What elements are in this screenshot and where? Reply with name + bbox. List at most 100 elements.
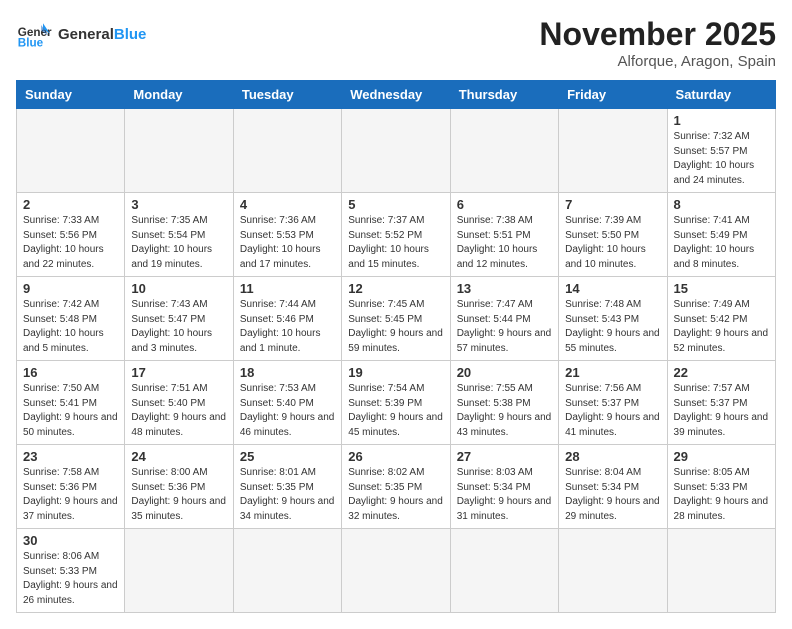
header: General Blue GeneralBlue November 2025 A…: [16, 16, 776, 70]
calendar-cell: 6Sunrise: 7:38 AM Sunset: 5:51 PM Daylig…: [450, 193, 558, 277]
day-info: Sunrise: 7:55 AM Sunset: 5:38 PM Dayligh…: [457, 382, 552, 440]
calendar-week-row: 1 Sunrise: 7:32 AM Sunset: 5:57 PM Daylig…: [17, 109, 776, 193]
day-number: 20: [457, 365, 552, 380]
calendar-cell: 14Sunrise: 7:48 AM Sunset: 5:43 PM Dayli…: [559, 277, 667, 361]
day-number: 26: [348, 449, 443, 464]
day-info: Sunrise: 7:45 AM Sunset: 5:45 PM Dayligh…: [348, 298, 443, 356]
day-info: Sunrise: 7:42 AM Sunset: 5:48 PM Dayligh…: [23, 298, 118, 356]
calendar-cell: [559, 109, 667, 193]
day-info: Sunrise: 8:03 AM Sunset: 5:34 PM Dayligh…: [457, 466, 552, 524]
calendar-cell: 28 Sunrise: 8:04 AM Sunset: 5:34 PM Dayli…: [559, 445, 667, 529]
day-of-week-header: Wednesday: [342, 81, 450, 109]
day-number: 11: [240, 281, 335, 296]
calendar-cell: 8 Sunrise: 7:41 AM Sunset: 5:49 PM Daylig…: [667, 193, 775, 277]
day-number: 7: [565, 197, 660, 212]
calendar-cell: [342, 529, 450, 613]
day-info: Sunrise: 8:00 AM Sunset: 5:36 PM Dayligh…: [131, 466, 226, 524]
day-info: Sunrise: 8:06 AM Sunset: 5:33 PM Dayligh…: [23, 550, 118, 608]
day-number: 28: [565, 449, 660, 464]
day-info: Sunrise: 7:35 AM Sunset: 5:54 PM Dayligh…: [131, 214, 226, 272]
day-info: Sunrise: 8:02 AM Sunset: 5:35 PM Dayligh…: [348, 466, 443, 524]
day-info: Sunrise: 7:33 AM Sunset: 5:56 PM Dayligh…: [23, 214, 118, 272]
day-number: 15: [674, 281, 769, 296]
calendar-cell: [125, 109, 233, 193]
svg-text:Blue: Blue: [18, 37, 44, 50]
day-of-week-header: Sunday: [17, 81, 125, 109]
day-info: Sunrise: 7:37 AM Sunset: 5:52 PM Dayligh…: [348, 214, 443, 272]
day-number: 8: [674, 197, 769, 212]
day-number: 14: [565, 281, 660, 296]
title-area: November 2025 Alforque, Aragon, Spain: [539, 16, 776, 70]
calendar-cell: 13 Sunrise: 7:47 AM Sunset: 5:44 PM Dayli…: [450, 277, 558, 361]
calendar-cell: 27 Sunrise: 8:03 AM Sunset: 5:34 PM Dayli…: [450, 445, 558, 529]
calendar-cell: 23Sunrise: 7:58 AM Sunset: 5:36 PM Dayli…: [17, 445, 125, 529]
day-number: 1: [674, 113, 769, 128]
day-number: 22: [674, 365, 769, 380]
calendar-cell: [450, 529, 558, 613]
calendar-cell: 18 Sunrise: 7:53 AM Sunset: 5:40 PM Dayli…: [233, 361, 341, 445]
day-info: Sunrise: 7:47 AM Sunset: 5:44 PM Dayligh…: [457, 298, 552, 356]
day-info: Sunrise: 7:53 AM Sunset: 5:40 PM Dayligh…: [240, 382, 335, 440]
calendar-cell: 11 Sunrise: 7:44 AM Sunset: 5:46 PM Dayli…: [233, 277, 341, 361]
calendar-cell: [125, 529, 233, 613]
day-info: Sunrise: 7:49 AM Sunset: 5:42 PM Dayligh…: [674, 298, 769, 356]
calendar-cell: 24 Sunrise: 8:00 AM Sunset: 5:36 PM Dayli…: [125, 445, 233, 529]
calendar-cell: 3 Sunrise: 7:35 AM Sunset: 5:54 PM Daylig…: [125, 193, 233, 277]
day-number: 16: [23, 365, 118, 380]
calendar-cell: 19Sunrise: 7:54 AM Sunset: 5:39 PM Dayli…: [342, 361, 450, 445]
day-info: Sunrise: 7:57 AM Sunset: 5:37 PM Dayligh…: [674, 382, 769, 440]
calendar-cell: [233, 529, 341, 613]
day-info: Sunrise: 8:05 AM Sunset: 5:33 PM Dayligh…: [674, 466, 769, 524]
location-title: Alforque, Aragon, Spain: [539, 53, 776, 70]
calendar-cell: 10Sunrise: 7:43 AM Sunset: 5:47 PM Dayli…: [125, 277, 233, 361]
day-number: 21: [565, 365, 660, 380]
day-number: 29: [674, 449, 769, 464]
calendar-cell: 22 Sunrise: 7:57 AM Sunset: 5:37 PM Dayli…: [667, 361, 775, 445]
day-number: 3: [131, 197, 226, 212]
day-info: Sunrise: 7:36 AM Sunset: 5:53 PM Dayligh…: [240, 214, 335, 272]
day-info: Sunrise: 7:39 AM Sunset: 5:50 PM Dayligh…: [565, 214, 660, 272]
calendar-cell: 29 Sunrise: 8:05 AM Sunset: 5:33 PM Dayli…: [667, 445, 775, 529]
calendar-cell: 26 Sunrise: 8:02 AM Sunset: 5:35 PM Dayli…: [342, 445, 450, 529]
calendar-cell: 25 Sunrise: 8:01 AM Sunset: 5:35 PM Dayli…: [233, 445, 341, 529]
day-number: 12: [348, 281, 443, 296]
day-of-week-header: Thursday: [450, 81, 558, 109]
calendar-week-row: 2 Sunrise: 7:33 AM Sunset: 5:56 PM Daylig…: [17, 193, 776, 277]
calendar-week-row: 16Sunrise: 7:50 AM Sunset: 5:41 PM Dayli…: [17, 361, 776, 445]
calendar-cell: 16Sunrise: 7:50 AM Sunset: 5:41 PM Dayli…: [17, 361, 125, 445]
calendar-cell: [450, 109, 558, 193]
day-number: 9: [23, 281, 118, 296]
day-info: Sunrise: 8:01 AM Sunset: 5:35 PM Dayligh…: [240, 466, 335, 524]
day-header-row: SundayMondayTuesdayWednesdayThursdayFrid…: [17, 81, 776, 109]
day-number: 18: [240, 365, 335, 380]
day-number: 2: [23, 197, 118, 212]
calendar-cell: [233, 109, 341, 193]
calendar-cell: 4Sunrise: 7:36 AM Sunset: 5:53 PM Daylig…: [233, 193, 341, 277]
day-info: Sunrise: 7:44 AM Sunset: 5:46 PM Dayligh…: [240, 298, 335, 356]
day-number: 10: [131, 281, 226, 296]
day-number: 5: [348, 197, 443, 212]
day-info: Sunrise: 8:04 AM Sunset: 5:34 PM Dayligh…: [565, 466, 660, 524]
calendar-cell: [17, 109, 125, 193]
day-info: Sunrise: 7:56 AM Sunset: 5:37 PM Dayligh…: [565, 382, 660, 440]
day-number: 24: [131, 449, 226, 464]
day-number: 25: [240, 449, 335, 464]
calendar-cell: 1 Sunrise: 7:32 AM Sunset: 5:57 PM Daylig…: [667, 109, 775, 193]
day-number: 30: [23, 533, 118, 548]
logo-icon: General Blue: [16, 16, 52, 52]
day-info: Sunrise: 7:41 AM Sunset: 5:49 PM Dayligh…: [674, 214, 769, 272]
calendar-week-row: 30 Sunrise: 8:06 AM Sunset: 5:33 PM Dayli…: [17, 529, 776, 613]
calendar-cell: 30 Sunrise: 8:06 AM Sunset: 5:33 PM Dayli…: [17, 529, 125, 613]
day-of-week-header: Friday: [559, 81, 667, 109]
day-number: 23: [23, 449, 118, 464]
day-info: Sunrise: 7:51 AM Sunset: 5:40 PM Dayligh…: [131, 382, 226, 440]
calendar-cell: 9 Sunrise: 7:42 AM Sunset: 5:48 PM Daylig…: [17, 277, 125, 361]
calendar-cell: [342, 109, 450, 193]
day-info: Sunrise: 7:32 AM Sunset: 5:57 PM Dayligh…: [674, 130, 769, 188]
day-number: 13: [457, 281, 552, 296]
calendar-cell: 15 Sunrise: 7:49 AM Sunset: 5:42 PM Dayli…: [667, 277, 775, 361]
day-number: 27: [457, 449, 552, 464]
calendar-cell: 2 Sunrise: 7:33 AM Sunset: 5:56 PM Daylig…: [17, 193, 125, 277]
calendar-cell: [667, 529, 775, 613]
calendar-cell: 17Sunrise: 7:51 AM Sunset: 5:40 PM Dayli…: [125, 361, 233, 445]
